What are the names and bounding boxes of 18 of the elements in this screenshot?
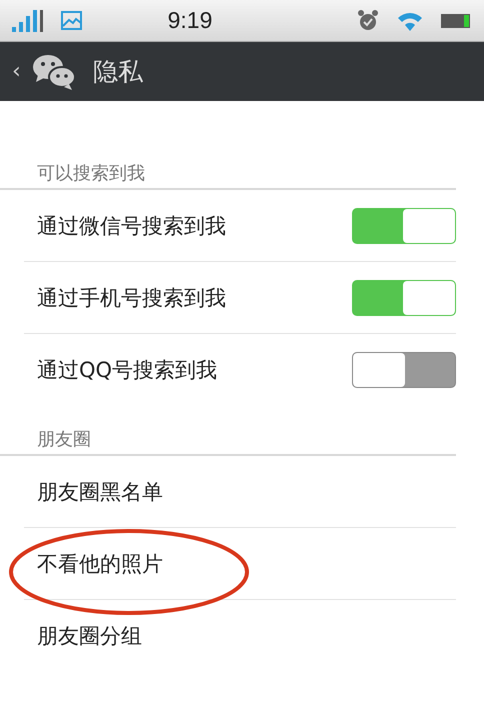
status-time: 9:19 bbox=[166, 7, 214, 34]
setting-label: 通过QQ号搜索到我 bbox=[36, 356, 218, 384]
alarm-icon bbox=[356, 8, 380, 32]
back-button[interactable]: ‹ bbox=[12, 59, 21, 84]
signal-icon bbox=[12, 10, 44, 32]
toggle-switch[interactable] bbox=[352, 208, 456, 244]
setting-label: 通过微信号搜索到我 bbox=[36, 212, 226, 240]
setting-label[interactable]: 不看他的照片 bbox=[24, 550, 163, 578]
setting-label[interactable]: 朋友圈分组 bbox=[24, 622, 142, 650]
setting-label: 通过手机号搜索到我 bbox=[36, 284, 226, 312]
section-header: 可以搜索到我 bbox=[0, 101, 456, 190]
image-icon bbox=[60, 10, 84, 32]
page-title: 隐私 bbox=[92, 56, 143, 88]
toggle-switch[interactable] bbox=[352, 280, 456, 316]
battery-icon bbox=[440, 12, 472, 30]
toggle-switch[interactable] bbox=[352, 352, 456, 388]
section-header: 朋友圈 bbox=[0, 405, 456, 456]
setting-label[interactable]: 朋友圈黑名单 bbox=[24, 478, 163, 506]
